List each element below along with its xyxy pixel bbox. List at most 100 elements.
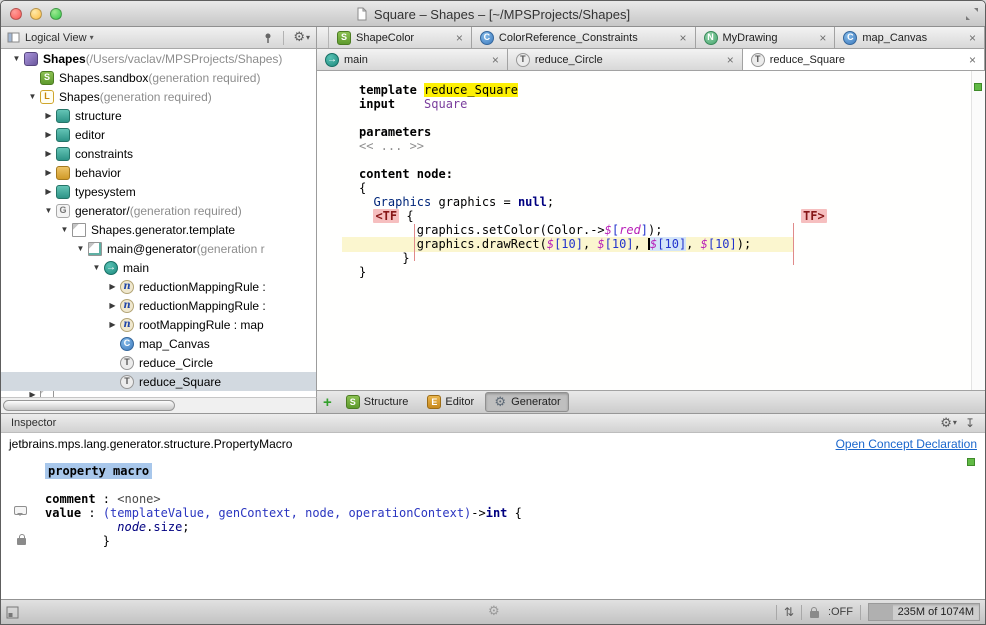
editor-tab-main[interactable]: →main× — [317, 49, 508, 70]
collapse-arrow-icon[interactable]: ▼ — [89, 263, 104, 272]
tree-item-reduce-square[interactable]: Treduce_Square — [1, 372, 316, 391]
aspect-tab-structure[interactable]: SStructure — [338, 392, 417, 412]
tree-item-structure[interactable]: ▶structure — [1, 106, 316, 125]
close-window-button[interactable] — [10, 8, 22, 20]
tree-item-shapes-sandbox[interactable]: SShapes.sandbox (generation required) — [1, 68, 316, 87]
tab-close-icon[interactable]: × — [969, 31, 976, 45]
code-line[interactable]: input Square — [359, 97, 751, 111]
code-line[interactable]: << ... >> — [359, 139, 751, 153]
window-title-wrap: Square – Shapes – [~/MPSProjects/Shapes] — [71, 1, 915, 27]
code-line[interactable]: content node: — [359, 167, 751, 181]
expand-arrow-icon[interactable]: ▶ — [105, 282, 120, 291]
aspect-tab-generator[interactable]: ⚙Generator — [485, 392, 569, 412]
collapse-arrow-icon[interactable]: ▼ — [57, 225, 72, 234]
expand-arrow-icon[interactable]: ▶ — [41, 149, 56, 158]
code-line[interactable]: } — [359, 251, 751, 265]
expand-arrow-icon[interactable]: ▶ — [41, 187, 56, 196]
code-line[interactable]: <TF { — [359, 209, 751, 223]
code-line[interactable]: node.size; — [45, 520, 522, 534]
expand-arrow-icon[interactable]: ▶ — [105, 320, 120, 329]
editor-scrollbar[interactable] — [971, 71, 985, 390]
titlebar[interactable]: Square – Shapes – [~/MPSProjects/Shapes] — [1, 1, 985, 27]
lock-icon[interactable] — [809, 606, 821, 619]
zoom-window-button[interactable] — [50, 8, 62, 20]
code-line[interactable] — [359, 153, 751, 167]
code-line[interactable]: parameters — [359, 125, 751, 139]
editor-tab-reduce-square[interactable]: Treduce_Square× — [743, 49, 985, 70]
tree-horizontal-scrollbar[interactable] — [1, 397, 317, 413]
tree-item-reduce-circle[interactable]: Treduce_Circle — [1, 353, 316, 372]
template-editor[interactable]: TF> template reduce_Squareinput Square p… — [317, 71, 985, 390]
tree-item-main-generator[interactable]: ▼main@generator (generation r — [1, 239, 316, 258]
panel-settings-gear-icon[interactable]: ⚙▾ — [293, 31, 310, 44]
tree-item-behavior[interactable]: ▶behavior — [1, 163, 316, 182]
code-line[interactable]: } — [359, 265, 751, 279]
pin-icon[interactable] — [262, 32, 274, 44]
tree-item-main[interactable]: ▼→main — [1, 258, 316, 277]
code-token: , — [634, 237, 648, 251]
code-line[interactable] — [359, 111, 751, 125]
editor-tab-mydrawing[interactable]: NMyDrawing× — [696, 27, 836, 48]
collapse-arrow-icon[interactable]: ▼ — [41, 206, 56, 215]
editor-tab-reduce-circle[interactable]: Treduce_Circle× — [508, 49, 743, 70]
toggle-status-label[interactable]: :OFF — [828, 606, 853, 618]
view-selector-dropdown[interactable]: Logical View ▾ — [25, 32, 94, 44]
background-tasks-gear-icon[interactable]: ⚙ — [488, 604, 500, 619]
comment-bubble-icon[interactable] — [14, 506, 27, 515]
editor-tab-colorreference-constraints[interactable]: CColorReference_Constraints× — [472, 27, 696, 48]
scrollbar-thumb[interactable] — [3, 400, 175, 411]
tab-close-icon[interactable]: × — [727, 53, 734, 67]
tree-item-generator[interactable]: ▼Ggenerator/ (generation required) — [1, 201, 316, 220]
code-line[interactable]: } — [45, 534, 522, 548]
inspector-header[interactable]: Inspector ⚙▾ ↧ — [1, 413, 985, 433]
code-line[interactable]: graphics.setColor(Color.->$[red]); — [359, 223, 751, 237]
code-line[interactable]: property macro — [45, 464, 522, 478]
code-line[interactable]: { — [359, 181, 751, 195]
tab-close-icon[interactable]: × — [969, 53, 976, 67]
expand-arrow-icon[interactable]: ▶ — [41, 168, 56, 177]
scroll-arrows-icon[interactable]: ⇅ — [784, 605, 794, 619]
inspector-body[interactable]: property macro comment : <none>value : (… — [1, 454, 985, 601]
hide-panel-icon[interactable]: ↧ — [965, 416, 975, 430]
minimize-window-button[interactable] — [30, 8, 42, 20]
code-line[interactable]: graphics.drawRect($[10], $[10], $[10], $… — [359, 237, 751, 251]
code-line[interactable]: value : (templateValue, genContext, node… — [45, 506, 522, 520]
tree-item-rootmappingrule-map[interactable]: ▶nrootMappingRule : map — [1, 315, 316, 334]
tree-item-constraints[interactable]: ▶constraints — [1, 144, 316, 163]
code-line[interactable]: comment : <none> — [45, 492, 522, 506]
code-token: ); — [737, 237, 751, 251]
expand-arrow-icon[interactable]: ▶ — [41, 111, 56, 120]
inspector-code: property macro comment : <none>value : (… — [45, 464, 522, 548]
tree-item-map-canvas[interactable]: Cmap_Canvas — [1, 334, 316, 353]
collapse-arrow-icon[interactable]: ▼ — [25, 92, 40, 101]
editor-tab-shapecolor[interactable]: SShapeColor× — [329, 27, 472, 48]
add-aspect-button[interactable]: + — [323, 395, 332, 410]
tab-close-icon[interactable]: × — [456, 31, 463, 45]
code-line[interactable]: template reduce_Square — [359, 83, 751, 97]
inspector-gear-icon[interactable]: ⚙▾ — [940, 417, 957, 430]
tree-item-shapes[interactable]: ▼LShapes (generation required) — [1, 87, 316, 106]
tab-close-icon[interactable]: × — [819, 31, 826, 45]
tree-item-editor[interactable]: ▶editor — [1, 125, 316, 144]
code-line[interactable]: Graphics graphics = null; — [359, 195, 751, 209]
tree-item-shapes-generator-template[interactable]: ▼Shapes.generator.template — [1, 220, 316, 239]
toolwindow-toggle-icon[interactable] — [6, 606, 19, 619]
memory-indicator[interactable]: 235M of 1074M — [868, 603, 980, 621]
code-line[interactable] — [45, 478, 522, 492]
tree-item-reductionmappingrule[interactable]: ▶nreductionMappingRule : — [1, 296, 316, 315]
tree-item-reductionmappingrule[interactable]: ▶nreductionMappingRule : — [1, 277, 316, 296]
tree-item-shapes[interactable]: ▼Shapes (/Users/vaclav/MPSProjects/Shape… — [1, 49, 316, 68]
expand-arrow-icon[interactable]: ▶ — [41, 130, 56, 139]
aspect-tab-editor[interactable]: EEditor — [419, 392, 482, 412]
template-icon: T — [516, 53, 530, 67]
open-concept-declaration-link[interactable]: Open Concept Declaration — [836, 437, 977, 451]
fullscreen-icon[interactable] — [965, 7, 979, 21]
editor-tab-map-canvas[interactable]: Cmap_Canvas× — [835, 27, 985, 48]
expand-arrow-icon[interactable]: ▶ — [105, 301, 120, 310]
collapse-arrow-icon[interactable]: ▼ — [73, 244, 88, 253]
tab-close-icon[interactable]: × — [492, 53, 499, 67]
tree-item-typesystem[interactable]: ▶typesystem — [1, 182, 316, 201]
code-token: input — [359, 97, 395, 111]
tab-close-icon[interactable]: × — [680, 31, 687, 45]
collapse-arrow-icon[interactable]: ▼ — [9, 54, 24, 63]
